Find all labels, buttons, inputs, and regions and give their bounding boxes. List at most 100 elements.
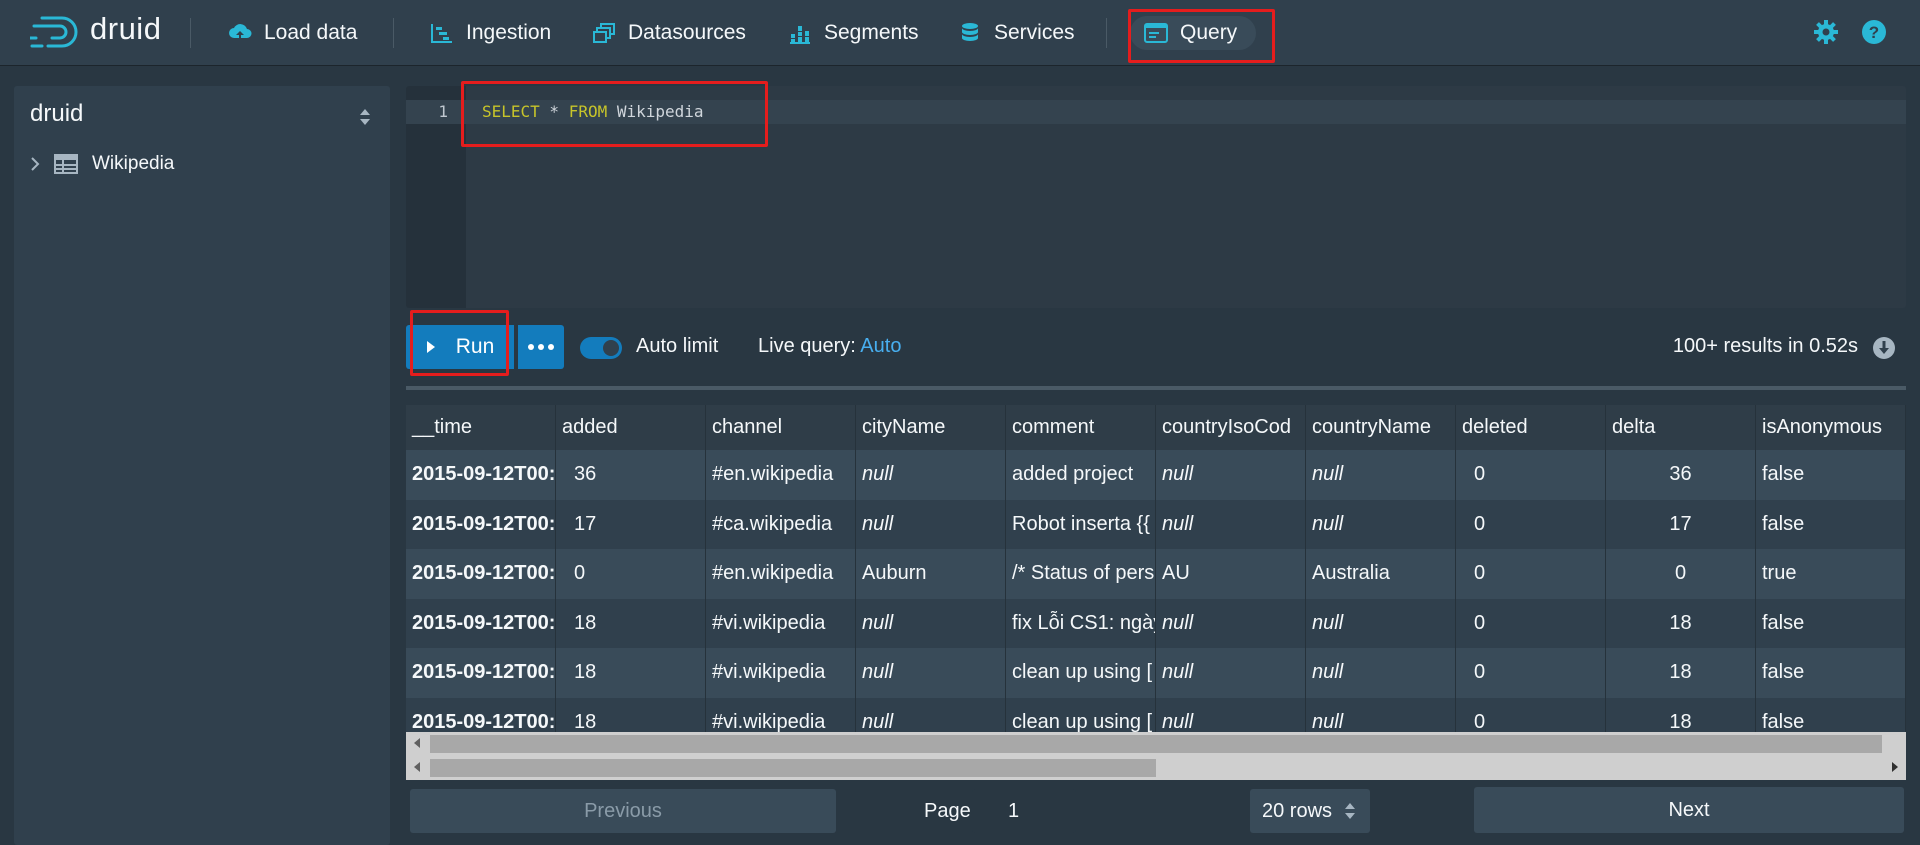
double-caret-icon[interactable] (358, 106, 372, 128)
database-icon (958, 21, 982, 45)
download-icon[interactable] (1872, 336, 1896, 360)
column-header[interactable]: channel (706, 405, 856, 450)
column-header[interactable]: deleted (1456, 405, 1606, 450)
table-cell: null (1156, 648, 1306, 698)
scrollbar-thumb[interactable] (430, 759, 1156, 777)
tree-item-wikipedia[interactable]: Wikipedia (30, 148, 174, 180)
scroll-left-arrow[interactable] (414, 762, 420, 772)
column-header[interactable]: cityName (856, 405, 1006, 450)
nav-ingestion[interactable]: Ingestion (416, 16, 565, 50)
table-cell: #vi.wikipedia (706, 697, 856, 732)
table-cell: null (1156, 499, 1306, 549)
table-cell: clean up using [ (1006, 648, 1156, 698)
sql-code-line[interactable]: SELECT * FROM Wikipedia (482, 100, 704, 124)
settings-gear-icon[interactable] (1813, 19, 1839, 45)
table-cell: null (856, 598, 1006, 648)
help-icon[interactable]: ? (1861, 19, 1887, 45)
table-cell: null (1156, 697, 1306, 732)
previous-button[interactable]: Previous (410, 789, 836, 833)
column-header[interactable]: __time (406, 405, 556, 450)
nav-load-data[interactable]: Load data (214, 16, 371, 50)
nav-segments[interactable]: Segments (774, 16, 933, 50)
table-cell: null (856, 450, 1006, 500)
druid-logo[interactable]: druid (30, 11, 161, 52)
nav-divider (1106, 18, 1107, 48)
nav-datasources[interactable]: Datasources (578, 16, 760, 50)
gantt-chart-icon (430, 21, 454, 45)
column-header[interactable]: added (556, 405, 706, 450)
table-cell: Auburn (856, 549, 1006, 599)
line-number: 1 (438, 102, 448, 121)
nav-query[interactable]: Query (1130, 16, 1256, 50)
scroll-left-arrow[interactable] (414, 738, 420, 748)
table-cell: 2015-09-12T00: (406, 697, 556, 732)
table-cell: 18 (1606, 598, 1756, 648)
scroll-right-arrow[interactable] (1892, 762, 1898, 772)
table-cell: #en.wikipedia (706, 549, 856, 599)
table-cell: 17 (556, 499, 706, 549)
scrollbar-thumb[interactable] (430, 735, 1882, 753)
druid-logo-icon (30, 16, 78, 48)
column-header[interactable]: delta (1606, 405, 1756, 450)
run-button[interactable]: Run (406, 325, 514, 369)
table-cell: null (1306, 450, 1456, 500)
sql-editor[interactable]: 1 SELECT * FROM Wikipedia (406, 86, 1906, 308)
table-cell: 0 (1606, 549, 1756, 599)
nav-divider (393, 18, 394, 48)
schema-title: druid (30, 100, 84, 127)
code-table: Wikipedia (607, 102, 704, 121)
nav-segments-label: Segments (824, 21, 919, 44)
table-cell: null (1306, 697, 1456, 732)
rows-per-page-label: 20 rows (1262, 800, 1333, 822)
double-caret-icon (1345, 803, 1355, 819)
page-input[interactable]: 1 (972, 789, 1076, 833)
stacked-chart-icon (788, 21, 812, 45)
next-button[interactable]: Next (1474, 787, 1904, 833)
table-cell: Robot inserta {{ (1006, 499, 1156, 549)
table-cell: 0 (1456, 450, 1606, 500)
nav-services-label: Services (994, 21, 1075, 44)
table-cell: null (1306, 598, 1456, 648)
editor-splitter[interactable] (406, 386, 1906, 390)
horizontal-scrollbar[interactable] (406, 756, 1906, 780)
table-cell: null (1156, 450, 1306, 500)
table-cell: false (1756, 598, 1906, 648)
nav-ingestion-label: Ingestion (466, 21, 552, 44)
column-header[interactable]: countryName (1306, 405, 1456, 450)
keyword-from: FROM (568, 102, 608, 121)
table-cell: 18 (556, 598, 706, 648)
table-cell: false (1756, 450, 1906, 500)
live-query-control[interactable]: Live query: Auto (758, 335, 901, 358)
table-cell: false (1756, 648, 1906, 698)
chevron-right-icon[interactable] (30, 156, 40, 172)
table-cell: 0 (1456, 697, 1606, 732)
table-cell: 2015-09-12T00: (406, 549, 556, 599)
nav-query-label: Query (1180, 21, 1238, 44)
rows-per-page-select[interactable]: 20 rows (1250, 789, 1370, 833)
column-header[interactable]: comment (1006, 405, 1156, 450)
column-header[interactable]: countryIsoCod (1156, 405, 1306, 450)
table-icon (54, 154, 78, 174)
table-cell: 18 (1606, 648, 1756, 698)
table-cell: false (1756, 499, 1906, 549)
table-cell: 2015-09-12T00: (406, 598, 556, 648)
table-row: 2015-09-12T00: 18 #vi.wikipedia null clean u… (406, 648, 1906, 698)
horizontal-scrollbar[interactable] (406, 732, 1906, 756)
nav-services[interactable]: Services (944, 16, 1089, 50)
live-query-label: Live query: (758, 335, 856, 357)
table-cell: 0 (556, 549, 706, 599)
auto-limit-toggle[interactable] (580, 337, 622, 359)
table-cell: 18 (556, 697, 706, 732)
live-query-value[interactable]: Auto (860, 335, 901, 357)
table-cell: 2015-09-12T00: (406, 499, 556, 549)
column-header[interactable]: isAnonymous (1756, 405, 1906, 450)
table-cell: 0 (1456, 549, 1606, 599)
table-cell: null (1156, 598, 1306, 648)
table-cell: null (856, 648, 1006, 698)
table-cell: #en.wikipedia (706, 450, 856, 500)
table-cell: 0 (1456, 648, 1606, 698)
page-label: Page (924, 800, 971, 822)
more-options-button[interactable] (518, 325, 564, 369)
table-cell: #vi.wikipedia (706, 648, 856, 698)
table-row: 2015-09-12T00: 36 #en.wikipedia null added p… (406, 450, 1906, 500)
